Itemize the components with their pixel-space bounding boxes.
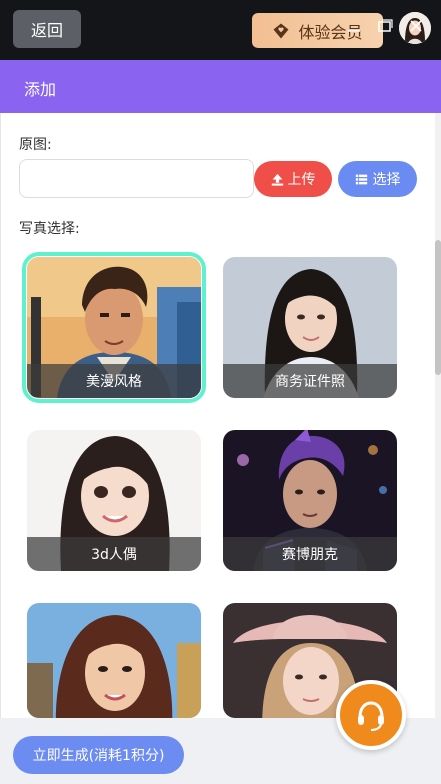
diamond-heart-icon — [273, 23, 289, 38]
headset-icon — [358, 701, 384, 731]
style-card-5[interactable] — [27, 603, 201, 718]
style-caption: 3d人偶 — [27, 537, 201, 571]
upload-label: 上传 — [287, 172, 316, 188]
choose-button[interactable]: 选择 — [338, 161, 417, 197]
minimize-icon[interactable] — [346, 18, 362, 34]
style-card-3d-doll[interactable]: 3d人偶 — [27, 430, 201, 571]
scrollbar-track[interactable] — [435, 113, 441, 718]
original-image-label: 原图: — [19, 137, 52, 153]
upload-icon — [271, 173, 283, 186]
dialog-header: 添加 — [0, 60, 441, 113]
choose-label: 选择 — [372, 172, 401, 188]
style-card-comic[interactable]: 美漫风格 — [22, 252, 206, 403]
upload-button[interactable]: 上传 — [254, 161, 332, 197]
generate-now-button[interactable]: 立即生成(消耗1积分) — [13, 736, 184, 774]
close-icon[interactable] — [408, 18, 424, 34]
list-icon — [355, 174, 367, 184]
portrait-5-image — [27, 603, 201, 718]
style-card-cyberpunk[interactable]: 赛博朋克 — [223, 430, 397, 571]
vip-trial-button[interactable]: 体验会员 — [252, 13, 383, 48]
back-button[interactable]: 返回 — [13, 10, 81, 48]
scrollbar-thumb[interactable] — [435, 240, 441, 375]
customer-service-button[interactable] — [336, 680, 406, 750]
image-path-input[interactable] — [19, 159, 254, 198]
maximize-icon[interactable] — [377, 18, 393, 34]
style-caption: 赛博朋克 — [223, 537, 397, 571]
photo-style-label: 写真选择: — [19, 221, 80, 237]
style-card-business[interactable]: 商务证件照 — [223, 257, 397, 398]
style-caption: 美漫风格 — [27, 364, 201, 398]
style-caption: 商务证件照 — [223, 364, 397, 398]
dialog-title: 添加 — [24, 80, 57, 99]
